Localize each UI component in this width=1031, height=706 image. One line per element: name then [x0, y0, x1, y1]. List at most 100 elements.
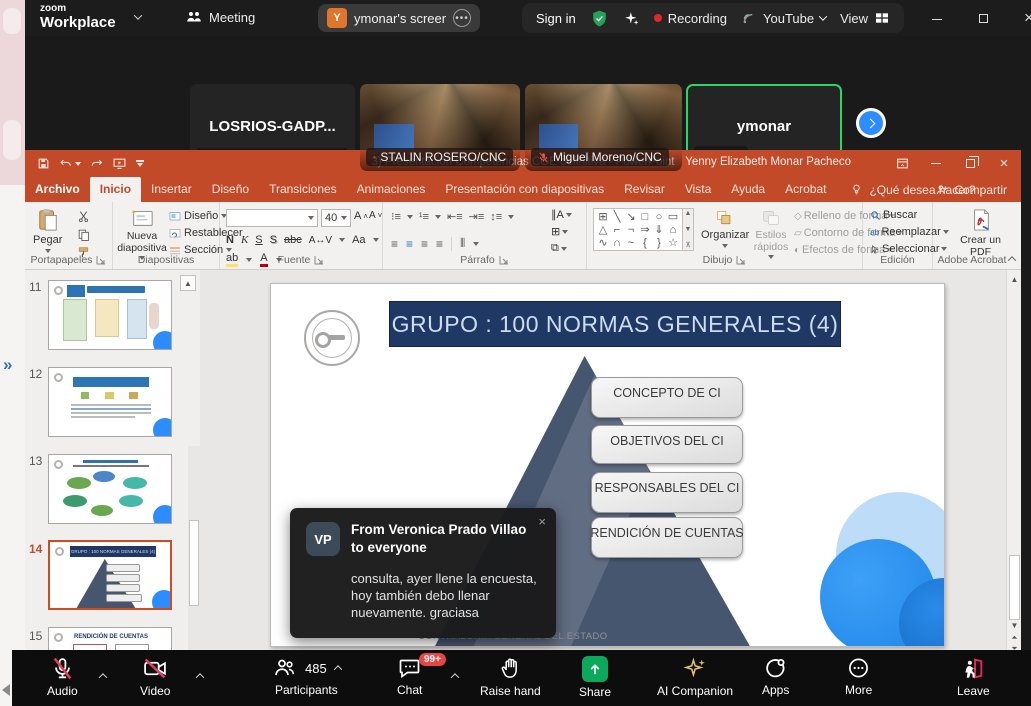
tab-animaciones[interactable]: Animaciones — [347, 177, 436, 202]
apps-control[interactable]: Apps — [762, 656, 789, 697]
slide-thumbnail-14-selected[interactable]: GRUPO : 100 NORMAS GENERALES (4) — [48, 540, 172, 610]
ppt-close-button[interactable]: × — [987, 150, 1021, 177]
chat-options-chevron[interactable] — [452, 666, 458, 684]
grow-font-button[interactable]: A˄ — [354, 210, 368, 222]
paste-button[interactable]: Pegar — [33, 208, 62, 253]
align-center-button[interactable]: ≡ — [406, 237, 413, 251]
pyramid-item-rendicion[interactable]: RENDICIÓN DE CUENTAS — [591, 517, 743, 558]
scrollbar-thumb[interactable] — [1009, 555, 1020, 620]
bold-button[interactable]: N — [226, 234, 234, 246]
underline-button[interactable]: S — [255, 234, 262, 246]
expand-panel-icon[interactable]: » — [3, 355, 10, 375]
video-control[interactable]: Video — [140, 656, 170, 698]
change-case-button[interactable]: Aa — [352, 234, 365, 246]
minimize-button[interactable] — [923, 10, 951, 26]
tab-diseno[interactable]: Diseño — [202, 177, 259, 202]
tab-inicio[interactable]: Inicio — [90, 177, 141, 202]
slide-title[interactable]: GRUPO : 100 NORMAS GENERALES (4) — [389, 301, 841, 347]
raise-hand-control[interactable]: Raise hand — [480, 656, 541, 698]
chat-control[interactable]: Chat — [397, 656, 422, 697]
quick-styles-button[interactable]: Estilos rápidos — [750, 209, 792, 259]
ribbon-display-options-icon[interactable] — [885, 150, 919, 177]
dialog-launcher-icon[interactable] — [314, 255, 324, 265]
security-shield-icon[interactable] — [590, 9, 609, 28]
next-participants-button[interactable] — [856, 108, 886, 138]
close-icon[interactable]: × — [538, 514, 546, 529]
audio-options-chevron[interactable] — [100, 666, 106, 684]
tab-acrobat[interactable]: Acrobat — [775, 177, 836, 202]
font-size-combo[interactable]: 40 — [321, 209, 351, 227]
sparkle-icon[interactable] — [623, 10, 640, 27]
dialog-launcher-icon[interactable] — [736, 255, 746, 265]
redo-icon[interactable] — [90, 157, 103, 170]
video-options-chevron[interactable] — [197, 666, 203, 684]
youtube-live-control[interactable]: YouTube — [741, 10, 826, 26]
collapse-thumbnails-icon[interactable]: ▲ — [180, 275, 196, 291]
slide-area-scrollbar[interactable]: ▲ ▼ ⏶ ⏷ — [1006, 270, 1021, 653]
italic-button[interactable]: K — [241, 234, 248, 246]
strikethrough-button[interactable]: abc — [284, 234, 302, 246]
font-name-combo[interactable] — [226, 209, 318, 227]
copy-icon[interactable] — [77, 228, 90, 241]
more-control[interactable]: More — [845, 656, 872, 697]
ppt-restore-button[interactable] — [953, 150, 987, 177]
sign-in-button[interactable]: Sign in — [536, 11, 576, 26]
text-shadow-button[interactable]: S — [270, 234, 277, 246]
columns-button[interactable]: ⫴ — [460, 236, 465, 251]
participant-tile[interactable]: Miguel Moreno/CNC — [525, 84, 682, 171]
shapes-gallery[interactable]: ⊞╲↘□○▭ △⌐¬⇒⇓⌂ ∿∩~{}☆ ▲▼⊼ — [593, 208, 694, 251]
leave-control[interactable]: Leave — [957, 656, 990, 698]
slide-thumbnail-11[interactable] — [48, 280, 172, 350]
numbering-button[interactable]: ¹≡ — [419, 211, 429, 223]
bullets-button[interactable]: ⁝≡ — [391, 210, 401, 223]
align-right-button[interactable]: ≡ — [421, 237, 428, 251]
ai-companion-control[interactable]: AI Companion — [657, 656, 733, 698]
audio-control[interactable]: Audio — [47, 656, 78, 698]
back-arrow-icon[interactable] — [2, 684, 10, 696]
close-button[interactable]: × — [1015, 8, 1031, 28]
start-slideshow-icon[interactable] — [112, 157, 127, 170]
chat-notification-popup[interactable]: VP From Veronica Prado Villao to everyon… — [290, 508, 556, 638]
char-spacing-button[interactable]: A↔V — [309, 235, 332, 246]
gallery-scrollbar[interactable]: ▲▼⊼ — [683, 208, 694, 251]
dialog-launcher-icon[interactable] — [96, 255, 106, 265]
chevron-down-icon[interactable] — [134, 11, 142, 19]
view-control[interactable]: View — [840, 10, 890, 26]
share-button[interactable]: Compartir — [935, 183, 1007, 197]
tab-transiciones[interactable]: Transiciones — [259, 177, 347, 202]
dialog-launcher-icon[interactable] — [499, 255, 509, 265]
decrease-indent-button[interactable]: ⇤≡ — [447, 210, 463, 223]
participants-control[interactable]: 485 Participants — [272, 656, 341, 697]
tab-archivo[interactable]: Archivo — [25, 177, 90, 202]
undo-button[interactable] — [59, 157, 81, 170]
design-menu[interactable]: Diseño — [169, 210, 227, 222]
maximize-button[interactable] — [969, 10, 997, 26]
share-screen-control[interactable]: Share — [579, 656, 611, 699]
tab-meeting[interactable]: Meeting — [185, 8, 255, 26]
tab-vista[interactable]: Vista — [675, 177, 721, 202]
tab-screen-share[interactable]: Y ymonar's screer ••• — [318, 4, 480, 32]
pyramid-item-objetivos[interactable]: OBJETIVOS DEL CI — [591, 425, 743, 464]
increase-indent-button[interactable]: ⇥≡ — [469, 210, 485, 223]
scroll-up-icon[interactable]: ▲ — [1007, 272, 1022, 287]
shrink-font-button[interactable]: A˅ — [369, 210, 382, 221]
tab-options-icon[interactable]: ••• — [453, 9, 471, 27]
tab-presentacion[interactable]: Presentación con diapositivas — [435, 177, 614, 202]
tab-insertar[interactable]: Insertar — [141, 177, 202, 202]
save-icon[interactable] — [37, 157, 50, 170]
new-slide-button[interactable]: Nueva diapositiva — [119, 208, 165, 260]
slide-thumbnail-12[interactable] — [48, 367, 172, 437]
cut-icon[interactable] — [77, 210, 90, 223]
arrange-button[interactable]: Organizar — [701, 209, 749, 248]
line-spacing-button[interactable]: ↕≡ — [490, 211, 502, 223]
pyramid-item-concepto[interactable]: CONCEPTO DE CI — [591, 377, 743, 418]
justify-button[interactable]: ≡ — [436, 237, 443, 251]
tab-ayuda[interactable]: Ayuda — [721, 177, 775, 202]
pyramid-item-responsables[interactable]: RESPONSABLES DEL CI — [591, 472, 743, 513]
tab-revisar[interactable]: Revisar — [614, 177, 675, 202]
align-text-button[interactable]: ⊞ — [551, 225, 572, 238]
participant-tile[interactable]: STALIN ROSERO/CNC — [360, 84, 520, 171]
customize-qat-icon[interactable] — [136, 160, 144, 167]
collapse-ribbon-icon[interactable] — [1009, 253, 1015, 265]
ppt-minimize-button[interactable] — [919, 150, 953, 177]
